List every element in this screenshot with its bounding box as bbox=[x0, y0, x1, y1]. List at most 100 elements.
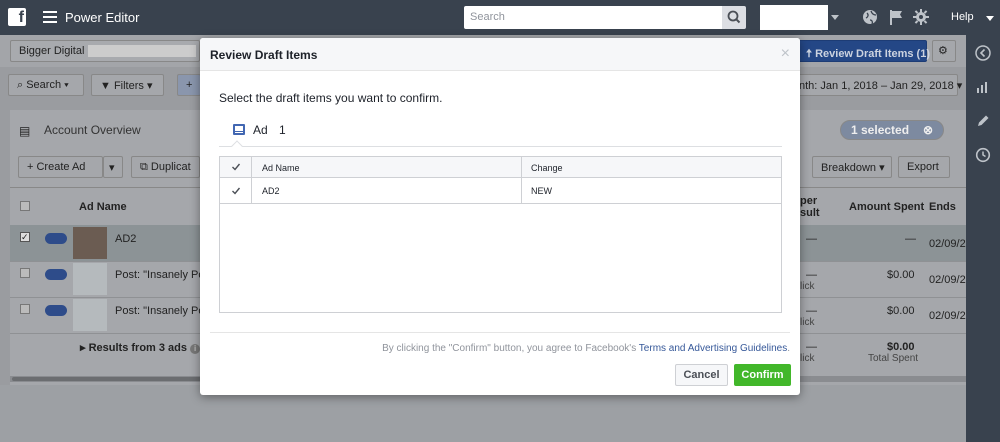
top-navigation-bar: f Power Editor Search Help bbox=[0, 0, 1000, 35]
per-result-column-header[interactable]: per sult bbox=[800, 195, 820, 219]
tab-divider bbox=[219, 146, 782, 147]
ad-icon bbox=[233, 124, 245, 135]
filters-dropdown[interactable]: ▼ Filters ▾ bbox=[91, 74, 164, 96]
ends-cell: 02/09/2 bbox=[929, 238, 966, 250]
total-result-type: lick bbox=[800, 353, 815, 364]
ad-thumbnail bbox=[73, 263, 107, 295]
legal-notice: By clicking the "Confirm" button, you ag… bbox=[382, 343, 790, 354]
facebook-logo-icon[interactable]: f bbox=[8, 8, 26, 26]
row-checkbox[interactable] bbox=[20, 268, 30, 278]
search-icon bbox=[727, 10, 741, 24]
ad-name-cell[interactable]: Post: "Insanely Pow bbox=[115, 305, 212, 317]
confirm-button[interactable]: Confirm bbox=[734, 364, 791, 386]
pencil-icon[interactable] bbox=[975, 113, 991, 129]
bar-chart-icon[interactable] bbox=[975, 79, 991, 95]
total-spent-label: Total Spent bbox=[868, 353, 919, 364]
terms-link[interactable]: Terms and Advertising Guidelines bbox=[639, 343, 787, 354]
flag-icon[interactable] bbox=[888, 9, 904, 25]
ad-name-column-header[interactable]: Ad Name bbox=[79, 201, 127, 213]
ad-name-cell[interactable]: AD2 bbox=[115, 233, 136, 245]
account-selector[interactable] bbox=[760, 5, 828, 30]
search-icon: ⌕ bbox=[17, 79, 27, 91]
row-checkbox[interactable] bbox=[20, 304, 30, 314]
search-dropdown[interactable]: ⌕ Search ▾ bbox=[8, 74, 84, 96]
row-checkbox[interactable]: ✓ bbox=[20, 232, 30, 242]
hamburger-menu-icon[interactable] bbox=[43, 11, 57, 23]
ad-name-header[interactable]: Ad Name bbox=[262, 163, 300, 173]
account-name: Bigger Digital bbox=[19, 45, 85, 57]
per-result-cell: — bbox=[806, 305, 817, 317]
globe-icon[interactable] bbox=[862, 9, 878, 25]
duplicate-icon: ⧉ bbox=[140, 161, 151, 173]
collapse-sidebar-icon[interactable] bbox=[975, 45, 991, 61]
breakdown-dropdown[interactable]: Breakdown ▾ bbox=[812, 156, 892, 178]
plus-icon: + bbox=[186, 79, 193, 91]
select-all-checkbox[interactable] bbox=[20, 201, 30, 211]
total-amount: $0.00 bbox=[887, 341, 915, 353]
right-sidebar bbox=[966, 35, 1000, 442]
row-toggle[interactable] bbox=[45, 269, 67, 280]
duplicate-button[interactable]: ⧉ Duplicat bbox=[131, 156, 200, 178]
amount-cell: $0.00 bbox=[887, 305, 915, 317]
row-checkbox[interactable] bbox=[231, 186, 241, 196]
gear-icon[interactable] bbox=[913, 9, 929, 25]
info-icon[interactable]: i bbox=[190, 344, 201, 354]
ad-name-cell[interactable]: Post: "Insanely Pow bbox=[115, 269, 212, 281]
active-tab-indicator bbox=[231, 140, 243, 152]
ad-thumbnail bbox=[73, 299, 107, 331]
row-toggle[interactable] bbox=[45, 233, 67, 244]
create-ad-button[interactable]: + Create Ad bbox=[18, 156, 103, 178]
dialog-header: Review Draft Items bbox=[200, 38, 800, 71]
account-overview-icon: ▤ bbox=[19, 124, 31, 138]
amount-cell: — bbox=[905, 233, 916, 245]
dialog-subtitle: Select the draft items you want to confi… bbox=[219, 91, 443, 105]
draft-items-table: Ad Name Change AD2 NEW bbox=[219, 156, 782, 313]
tab-ad[interactable]: Ad 1 bbox=[253, 123, 286, 137]
export-button[interactable]: Export bbox=[898, 156, 950, 178]
gear-icon: ⚙ bbox=[938, 45, 948, 57]
search-button[interactable] bbox=[722, 6, 746, 29]
help-menu[interactable]: Help bbox=[951, 11, 974, 23]
clock-icon[interactable] bbox=[975, 147, 991, 163]
select-all-checkbox[interactable] bbox=[231, 162, 241, 172]
app-title: Power Editor bbox=[65, 10, 140, 25]
help-caret-icon[interactable] bbox=[986, 16, 994, 21]
result-type-label: lick bbox=[800, 281, 815, 292]
total-per-result: — bbox=[806, 341, 817, 353]
change-cell: NEW bbox=[531, 186, 552, 196]
review-draft-items-button[interactable]: 🠅 Review Draft Items (1) bbox=[797, 40, 930, 62]
amount-spent-column-header[interactable]: Amount Spent bbox=[849, 201, 924, 213]
per-result-cell: — bbox=[806, 233, 817, 245]
create-ad-dropdown[interactable]: ▾ bbox=[103, 156, 123, 178]
per-result-cell: — bbox=[806, 269, 817, 281]
account-caret-icon[interactable] bbox=[831, 15, 839, 20]
clear-selection-icon[interactable]: ⊗ bbox=[923, 123, 933, 137]
table-header bbox=[220, 157, 781, 178]
settings-button[interactable]: ⚙ bbox=[932, 40, 956, 62]
amount-cell: $0.00 bbox=[887, 269, 915, 281]
cancel-button[interactable]: Cancel bbox=[675, 364, 728, 386]
review-draft-items-dialog: Review Draft Items × Select the draft it… bbox=[200, 38, 800, 395]
ends-cell: 02/09/2 bbox=[929, 310, 966, 322]
dialog-title: Review Draft Items bbox=[210, 48, 318, 62]
ends-cell: 02/09/2 bbox=[929, 274, 966, 286]
ends-column-header[interactable]: Ends bbox=[929, 201, 956, 213]
footer-divider bbox=[210, 332, 790, 333]
section-title: Account Overview bbox=[44, 123, 141, 137]
table-row[interactable] bbox=[220, 178, 781, 204]
horizontal-scrollbar-thumb[interactable] bbox=[12, 377, 212, 381]
results-summary: ▸ Results from 3 ads i bbox=[80, 341, 201, 354]
search-input[interactable]: Search bbox=[464, 6, 722, 29]
tab-label: Ad bbox=[253, 123, 268, 137]
date-range-picker[interactable]: nth: Jan 1, 2018 – Jan 29, 2018 ▾ bbox=[790, 74, 962, 96]
ad-thumbnail bbox=[73, 227, 107, 259]
account-name-box[interactable]: Bigger Digital bbox=[10, 40, 200, 62]
selected-badge[interactable]: 1 selected ⊗ bbox=[840, 120, 944, 140]
ad-name-cell: AD2 bbox=[262, 186, 280, 196]
row-toggle[interactable] bbox=[45, 305, 67, 316]
close-icon[interactable]: × bbox=[781, 46, 790, 62]
add-filter-button[interactable]: + bbox=[177, 74, 201, 96]
tab-count: 1 bbox=[279, 123, 286, 137]
change-header[interactable]: Change bbox=[531, 163, 563, 173]
result-type-label: lick bbox=[800, 317, 815, 328]
